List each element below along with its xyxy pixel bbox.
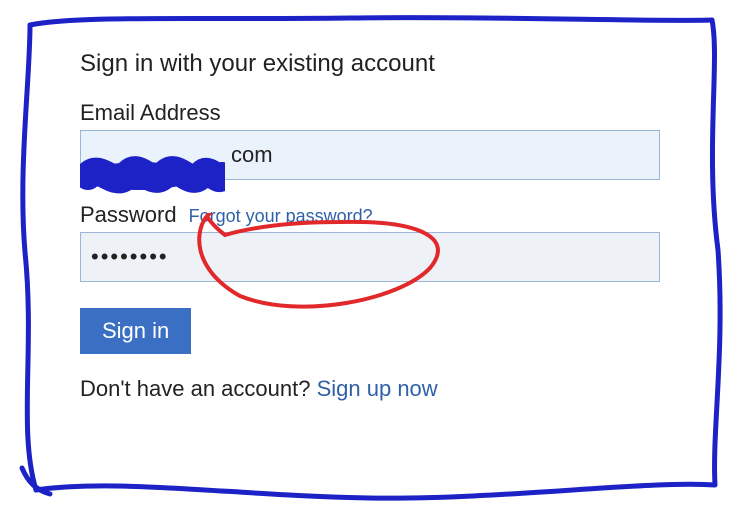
signin-button[interactable]: Sign in (80, 308, 191, 354)
forgot-password-link[interactable]: Forgot your password? (189, 206, 373, 227)
page-title: Sign in with your existing account (80, 50, 660, 78)
no-account-text: Don't have an account? (80, 376, 317, 401)
email-input[interactable] (80, 130, 660, 180)
password-input[interactable] (80, 232, 660, 282)
signup-link[interactable]: Sign up now (317, 376, 438, 401)
signin-form: Sign in with your existing account Email… (80, 50, 660, 402)
signup-prompt: Don't have an account? Sign up now (80, 376, 660, 402)
password-label: Password (80, 202, 177, 228)
email-label: Email Address (80, 100, 221, 126)
